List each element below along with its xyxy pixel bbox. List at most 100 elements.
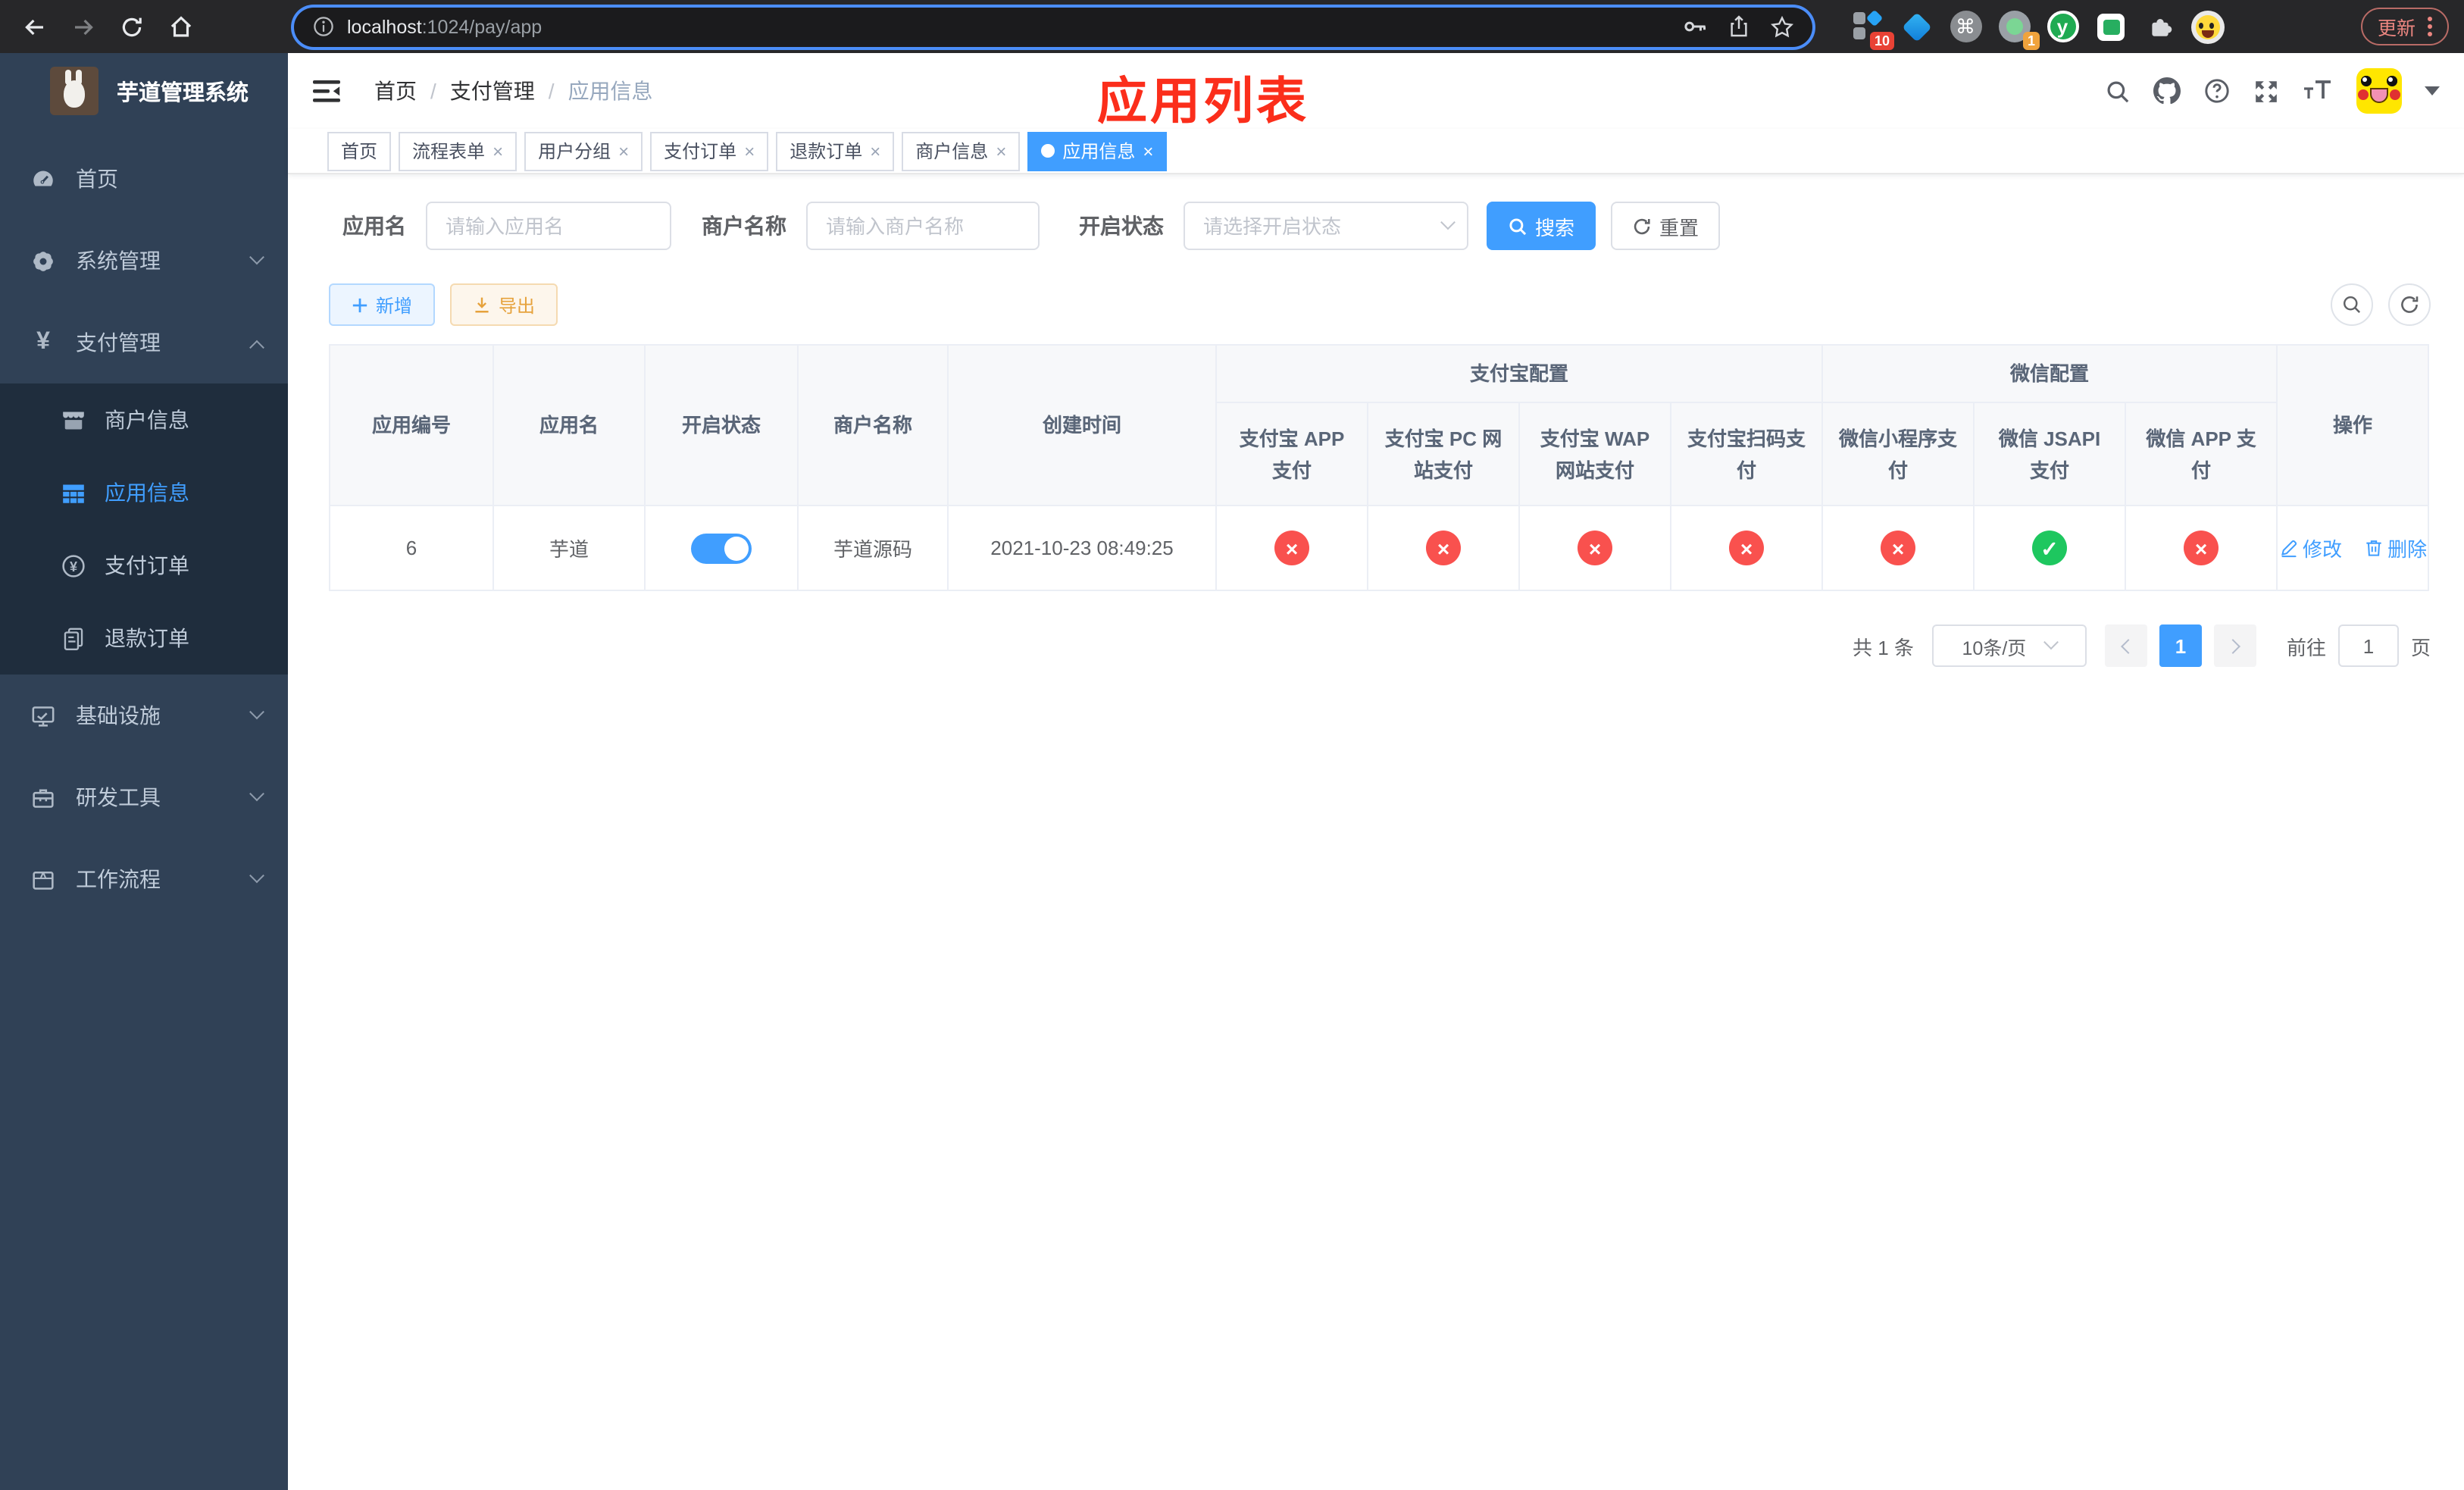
edit-link[interactable]: 修改 [2278,534,2342,562]
sidebar-item-0[interactable]: 首页 [0,138,288,220]
merchant-name-input[interactable] [806,202,1040,250]
close-circle-icon: × [1274,531,1309,565]
cell-pay-status-3: × [1669,505,1824,591]
browser-forward-button[interactable] [64,7,103,46]
chevron-down-icon [2043,634,2059,650]
table-body: 6 芋道 芋道源码 2021-10-23 08:49:25 × × × × × ✓ × 修改 删除 [329,505,2430,591]
status-select-input[interactable] [1184,202,1468,250]
close-icon[interactable]: × [996,142,1006,160]
browser-home-button[interactable] [161,7,200,46]
svg-text:¥: ¥ [70,559,77,574]
delete-icon [2363,538,2383,558]
extension-kite-icon[interactable] [1900,10,1934,43]
breadcrumb-item[interactable]: 首页 [374,76,417,106]
sidebar-item-1[interactable]: 系统管理 [0,220,288,302]
extension-y-icon[interactable]: y [2046,10,2079,43]
tag-label: 支付订单 [664,141,737,162]
cell-pay-status-4: × [1821,505,1975,591]
column-subheader: 微信小程序支付 [1821,402,1975,506]
extensions-puzzle-icon[interactable] [2143,10,2176,43]
close-icon[interactable]: × [618,142,629,160]
browser-back-button[interactable] [15,7,55,46]
user-avatar[interactable] [2356,68,2402,114]
column-subheader: 微信 APP 支付 [2125,402,2278,506]
monitor-icon [29,703,58,728]
delete-link[interactable]: 删除 [2363,534,2427,562]
tag-label: 用户分组 [538,141,611,162]
next-page-button[interactable] [2213,624,2256,667]
page-number-1[interactable]: 1 [2159,624,2202,667]
tag-6[interactable]: 应用信息 × [1027,131,1168,171]
sidebar-subitem-0[interactable]: 商户信息 [0,383,288,456]
close-circle-icon: × [1578,531,1612,565]
tags-view: 首页 流程表单 × 用户分组 × 支付订单 × 退款订单 × 商户信息 × 应用信息 × [288,129,2464,174]
sidebar-item-5[interactable]: 工作流程 [0,838,288,920]
status-select[interactable] [1184,202,1468,250]
sidebar-subitem-1[interactable]: 应用信息 [0,456,288,529]
breadcrumb-item[interactable]: 支付管理 [450,76,535,106]
github-icon[interactable] [2153,77,2181,105]
column-subheader: 支付宝 WAP 网站支付 [1518,402,1671,506]
sidebar-item-label: 系统管理 [76,249,161,273]
yen-icon: ¥ [36,329,50,355]
refresh-button[interactable] [2388,283,2431,326]
column-subheader: 支付宝 APP 支付 [1215,402,1368,506]
extension-chat-icon[interactable] [2094,10,2128,43]
sidebar-item-2[interactable]: ¥ 支付管理 [0,302,288,383]
bookmark-star-icon[interactable] [1770,14,1794,39]
goto-page-input[interactable] [2337,624,2399,667]
chevron-down-icon[interactable] [2425,86,2440,95]
extension-grid-icon[interactable]: 10 [1852,8,1894,49]
filter-form: 应用名 商户名称 开启状态 搜索 重置 [342,202,2431,250]
tag-5[interactable]: 商户信息 × [902,131,1021,171]
sidebar-subitem-3[interactable]: 退款订单 [0,602,288,675]
sidebar-collapse-icon[interactable] [312,79,341,103]
sidebar-subitem-label: 商户信息 [105,408,189,432]
sidebar-item-4[interactable]: 研发工具 [0,756,288,838]
profile-avatar-icon[interactable] [2191,10,2225,43]
close-icon[interactable]: × [744,142,755,160]
password-key-icon[interactable] [1682,14,1708,39]
sidebar-item-label: 基础设施 [76,703,161,728]
page: localhost:1024/pay/app 10 ⌘ 1 y 更新 芋道管理系… [0,0,2464,1490]
close-icon[interactable]: × [492,142,503,160]
update-label: 更新 [2377,18,2416,39]
dashboard-icon [29,166,58,192]
tag-label: 商户信息 [915,141,989,162]
site-info-icon[interactable] [312,15,335,38]
goto-label: 前往 [2286,636,2326,659]
sidebar-item-3[interactable]: 基础设施 [0,675,288,756]
sidebar-logo[interactable]: 芋道管理系统 [0,53,288,129]
tag-1[interactable]: 流程表单 × [399,131,518,171]
app-name-input[interactable] [426,202,671,250]
page-size-select[interactable]: 10条/页 [1931,624,2087,667]
url-bar[interactable]: localhost:1024/pay/app [294,7,1812,46]
header-search-icon[interactable] [2105,78,2131,104]
add-button[interactable]: 新增 [329,283,436,326]
tag-2[interactable]: 用户分组 × [524,131,643,171]
search-button[interactable]: 搜索 [1487,202,1596,250]
reset-button[interactable]: 重置 [1611,202,1720,250]
column-subheader: 支付宝 PC 网站支付 [1367,402,1520,506]
search-toggle-button[interactable] [2331,283,2373,326]
tag-0[interactable]: 首页 [327,131,392,171]
font-size-icon[interactable] [2302,79,2334,103]
close-icon[interactable]: × [1143,142,1153,160]
close-icon[interactable]: × [870,142,880,160]
browser-update-button[interactable]: 更新 [2360,8,2449,45]
tag-3[interactable]: 支付订单 × [650,131,769,171]
tag-4[interactable]: 退款订单 × [776,131,895,171]
browser-menu-icon[interactable] [2428,17,2432,36]
share-icon[interactable] [1728,15,1750,38]
export-button[interactable]: 导出 [450,283,558,326]
sidebar-subitem-2[interactable]: ¥ 支付订单 [0,529,288,602]
browser-reload-button[interactable] [112,7,152,46]
extension-recorder-icon[interactable]: 1 [1997,10,2040,49]
help-icon[interactable] [2203,77,2231,105]
page-suffix-label: 页 [2410,636,2431,659]
enabled-toggle[interactable] [691,533,752,563]
tag-label: 首页 [341,141,378,162]
extension-command-icon[interactable]: ⌘ [1949,10,1982,43]
fullscreen-icon[interactable] [2253,78,2279,104]
prev-page-button[interactable] [2104,624,2147,667]
